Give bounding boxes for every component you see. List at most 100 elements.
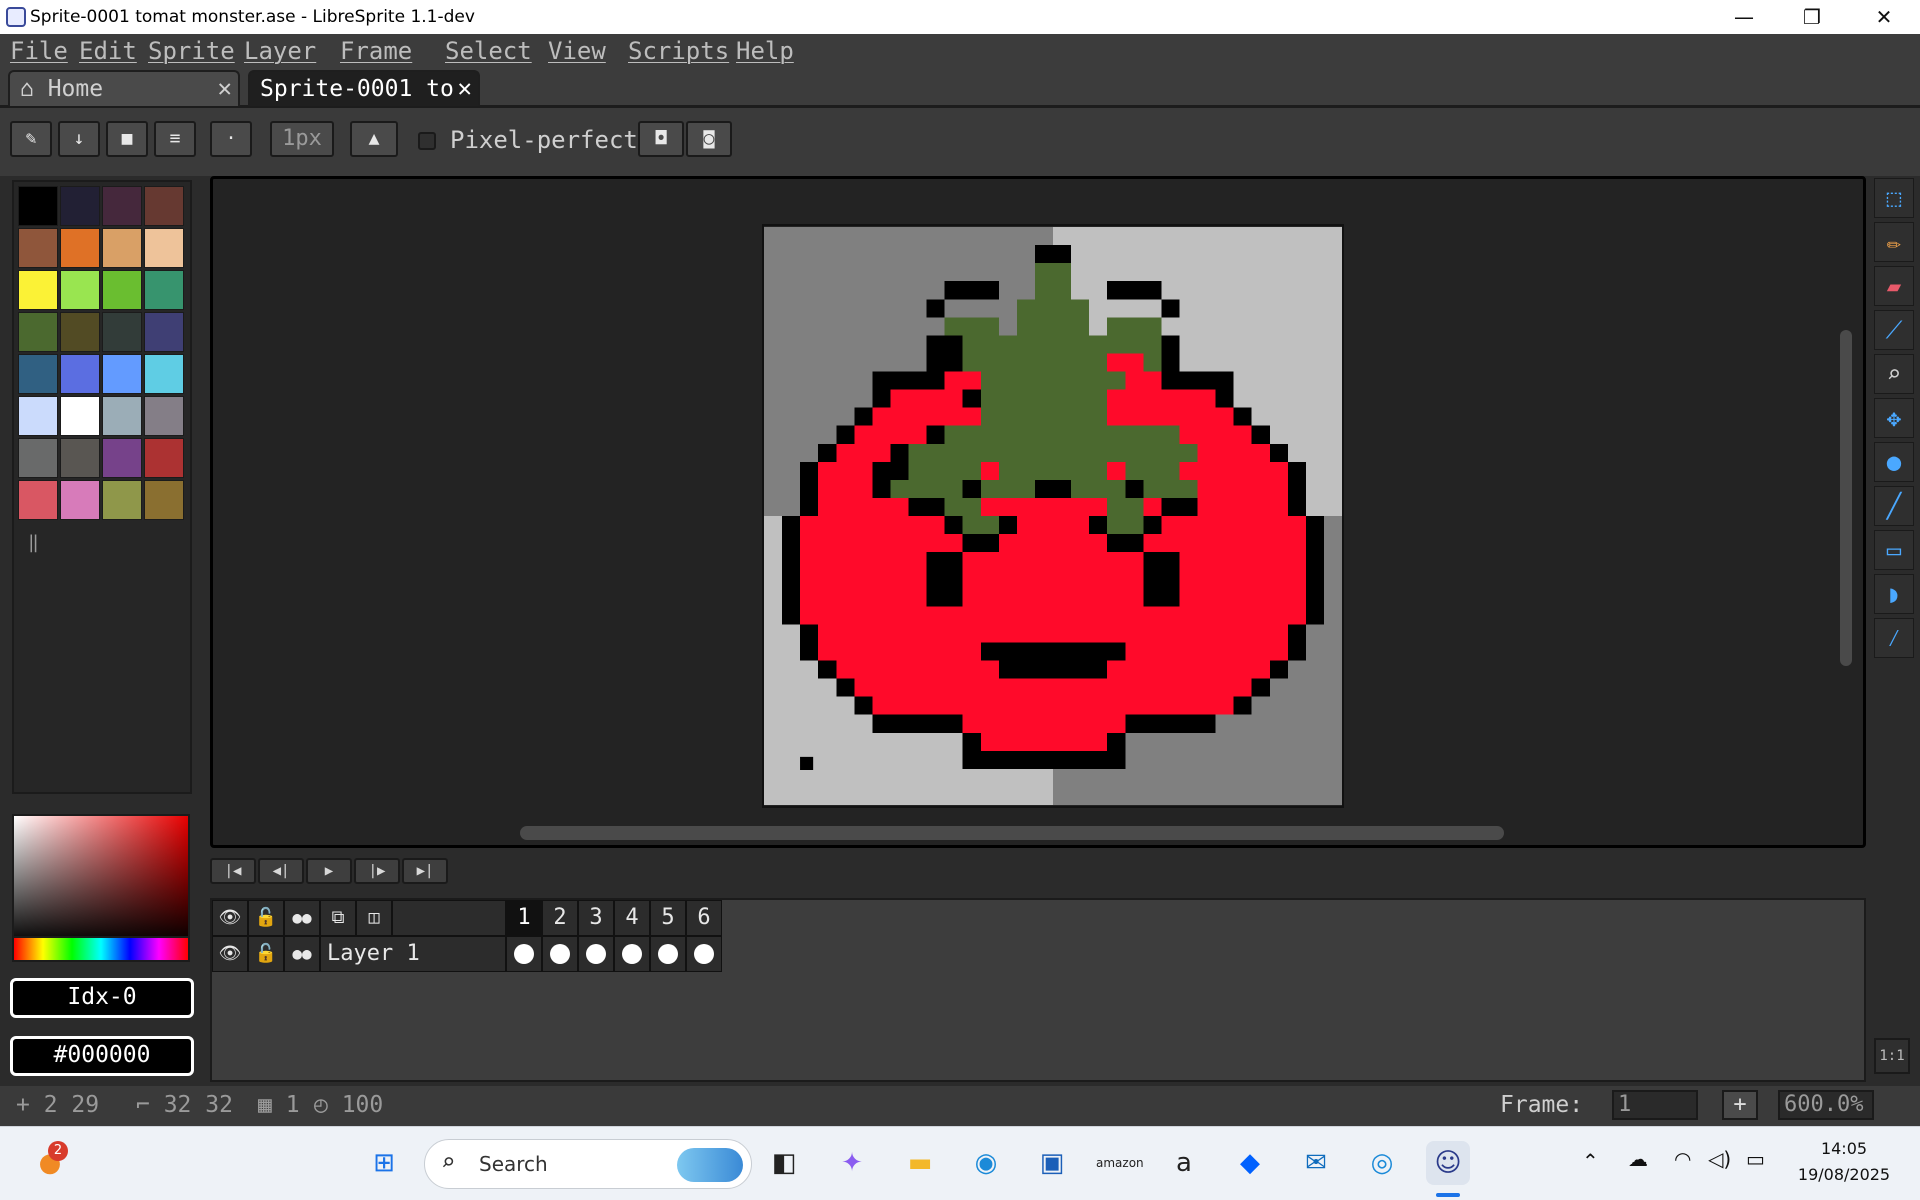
palette-swatch[interactable] — [144, 480, 184, 520]
rectangle-tool-icon[interactable]: ▭ — [1874, 530, 1914, 570]
pixel-perfect-checkbox[interactable] — [418, 132, 436, 150]
dropbox-icon[interactable]: ◆ — [1228, 1141, 1272, 1185]
palette-swatch[interactable] — [18, 438, 58, 478]
clock-time[interactable]: 14:05 — [1800, 1139, 1888, 1158]
ink-type-icon[interactable]: ▲ — [350, 121, 398, 157]
palette-swatch[interactable] — [60, 228, 100, 268]
palette-swatch[interactable] — [60, 270, 100, 310]
palette-swatch[interactable] — [144, 354, 184, 394]
menu-layer[interactable]: Layer — [244, 37, 316, 65]
amazon-shop-icon[interactable]: amazon — [1096, 1141, 1144, 1185]
palette-swatch[interactable] — [60, 312, 100, 352]
paint-bg-icon[interactable]: ■ — [106, 121, 148, 157]
frame-cel[interactable] — [542, 936, 578, 972]
sprite-canvas[interactable] — [762, 224, 1344, 808]
color-spectrum[interactable] — [12, 814, 190, 946]
actual-size-button[interactable]: 1:1 — [1874, 1038, 1910, 1074]
palette-swatch[interactable] — [60, 186, 100, 226]
palette-swatch[interactable] — [144, 438, 184, 478]
fill-tool-icon[interactable]: ● — [1874, 442, 1914, 482]
frame-cel[interactable] — [686, 936, 722, 972]
volume-icon[interactable]: ◁) — [1708, 1147, 1731, 1171]
restore-button[interactable]: ❐ — [1778, 0, 1846, 34]
menu-file[interactable]: File — [10, 37, 68, 65]
palette-swatch[interactable] — [18, 270, 58, 310]
visibility-header-icon[interactable]: 👁 — [212, 900, 248, 936]
curve-tool-icon[interactable]: ◗ — [1874, 574, 1914, 614]
onedrive-icon[interactable]: ☁ — [1628, 1147, 1648, 1171]
brush-options-icon[interactable]: ≡ — [154, 121, 196, 157]
store-icon[interactable]: ▣ — [1030, 1141, 1074, 1185]
palette-swatch[interactable] — [102, 396, 142, 436]
palette-swatch[interactable] — [18, 186, 58, 226]
play-icon[interactable]: ▶ — [306, 858, 352, 884]
frame-header[interactable]: 5 — [650, 900, 686, 936]
palette-swatch[interactable] — [144, 228, 184, 268]
palette-swatch[interactable] — [102, 354, 142, 394]
brush-size-field[interactable]: 1px — [270, 121, 334, 157]
palette-swatch[interactable] — [18, 354, 58, 394]
palette-swatch[interactable] — [60, 396, 100, 436]
tab-sprite[interactable]: Sprite-0001 ton ✕ — [248, 70, 480, 106]
frame-cel[interactable] — [578, 936, 614, 972]
menu-view[interactable]: View — [548, 37, 606, 65]
palette-swatch[interactable] — [18, 312, 58, 352]
spray-tool-icon[interactable]: ⁄ — [1874, 618, 1914, 658]
menu-select[interactable]: Select — [445, 37, 532, 65]
clock-date[interactable]: 19/08/2025 — [1792, 1165, 1896, 1184]
tab-home-close-icon[interactable]: ✕ — [218, 74, 232, 102]
line-tool-icon[interactable]: ╱ — [1874, 486, 1914, 526]
eyedropper-tool-icon[interactable]: ⟋ — [1874, 310, 1914, 350]
menu-help[interactable]: Help — [736, 37, 794, 65]
palette-swatch[interactable] — [144, 312, 184, 352]
palette-swatch[interactable] — [144, 270, 184, 310]
color-hex-field[interactable]: #000000 — [10, 1036, 194, 1076]
eraser-tool-icon[interactable]: ▰ — [1874, 266, 1914, 306]
hue-slider[interactable] — [12, 936, 190, 962]
outlook-icon[interactable]: ✉ — [1294, 1141, 1338, 1185]
palette-swatch[interactable] — [18, 396, 58, 436]
zoom-tool-icon[interactable]: ⌕ — [1874, 354, 1914, 394]
palette-swatch[interactable] — [144, 396, 184, 436]
wifi-icon[interactable]: ◠ — [1674, 1147, 1691, 1171]
color-index-field[interactable]: Idx-0 — [10, 978, 194, 1018]
horizontal-scrollbar[interactable] — [520, 826, 1504, 840]
brush-type-icon[interactable]: · — [210, 121, 252, 157]
next-frame-icon[interactable]: |▶ — [354, 858, 400, 884]
windows-start-icon[interactable]: ⊞ — [362, 1141, 406, 1185]
close-button[interactable]: ✕ — [1850, 0, 1918, 34]
palette-swatch[interactable] — [18, 228, 58, 268]
tab-sprite-close-icon[interactable]: ✕ — [458, 74, 472, 102]
palette-swatch[interactable] — [60, 354, 100, 394]
tab-home[interactable]: ⌂ Home ✕ — [8, 70, 240, 106]
layer-group-icon[interactable]: ◫ — [356, 900, 392, 936]
previous-frame-icon[interactable]: ◀| — [258, 858, 304, 884]
menu-frame[interactable]: Frame — [340, 37, 412, 65]
palette-swatch[interactable] — [60, 438, 100, 478]
layer-continuous-icon[interactable]: ●● — [284, 936, 320, 972]
zoom-field[interactable]: 600.0% — [1778, 1090, 1874, 1120]
palette-swatch[interactable] — [144, 186, 184, 226]
palette-swatch[interactable] — [102, 270, 142, 310]
frame-header[interactable]: 4 — [614, 900, 650, 936]
first-frame-icon[interactable]: |◀ — [210, 858, 256, 884]
tray-chevron-icon[interactable]: ⌃ — [1582, 1149, 1599, 1173]
palette-swatch[interactable] — [60, 480, 100, 520]
file-explorer-icon[interactable]: ▬ — [898, 1141, 942, 1185]
lock-header-icon[interactable]: 🔓 — [248, 900, 284, 936]
menu-sprite[interactable]: Sprite — [148, 37, 235, 65]
frame-cel[interactable] — [506, 936, 542, 972]
add-frame-button[interactable]: + — [1722, 1090, 1758, 1120]
eraser-mode-icon[interactable]: ✎ — [10, 121, 52, 157]
palette-swatch[interactable] — [102, 480, 142, 520]
marquee-tool-icon[interactable]: ⬚ — [1874, 178, 1914, 218]
minimize-button[interactable]: — — [1710, 0, 1778, 34]
edge-beta-icon[interactable]: ◎ — [1360, 1141, 1404, 1185]
edge-icon[interactable]: ◉ — [964, 1141, 1008, 1185]
palette-swatch[interactable] — [102, 186, 142, 226]
copilot-icon[interactable]: ✦ — [830, 1141, 874, 1185]
frame-header[interactable]: 2 — [542, 900, 578, 936]
palette-swatch[interactable] — [18, 480, 58, 520]
symmetry-vertical-icon[interactable]: ◘ — [638, 121, 684, 157]
last-frame-icon[interactable]: ▶| — [402, 858, 448, 884]
